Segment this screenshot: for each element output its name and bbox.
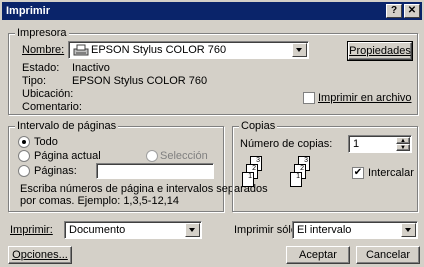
type-value: EPSON Stylus COLOR 760 [72, 75, 208, 87]
spinner-down-icon[interactable]: ▼ [396, 144, 410, 151]
chevron-down-icon[interactable] [185, 223, 200, 237]
print-what-value: Documento [69, 224, 126, 236]
print-to-file-text: Imprimir en archivo [318, 92, 412, 104]
copies-count-spinner[interactable]: 1 ▲ ▼ [348, 135, 412, 153]
collate-label[interactable]: Intercalar [368, 167, 414, 180]
comment-label: Comentario: [22, 101, 82, 113]
title-bar: Imprimir ? ✕ [2, 2, 422, 20]
print-only-label: Imprimir sólo: [234, 224, 301, 236]
print-dialog: Imprimir ? ✕ Impresora Nombre: EPSON Sty… [0, 0, 424, 267]
cancel-button[interactable]: Cancelar [356, 246, 420, 264]
range-selection-radio [146, 150, 158, 162]
range-all-radio[interactable] [18, 136, 30, 148]
range-pages-radio[interactable] [18, 165, 30, 177]
page-range-legend: Intervalo de páginas [15, 120, 119, 132]
print-to-file-label[interactable]: Imprimir en archivo [318, 92, 412, 105]
printer-name-label: Nombre: [22, 44, 65, 56]
accept-button[interactable]: Aceptar [286, 246, 350, 264]
chevron-down-icon[interactable] [292, 43, 307, 57]
properties-button[interactable]: Propiedades [347, 41, 413, 61]
printer-name-value: EPSON Stylus COLOR 760 [91, 44, 227, 56]
window-title: Imprimir [6, 5, 51, 17]
range-selection-label: Selección [160, 150, 208, 162]
close-button[interactable]: ✕ [404, 4, 420, 18]
print-to-file-checkbox[interactable] [303, 92, 315, 104]
location-label: Ubicación: [22, 88, 74, 100]
chevron-down-icon[interactable] [401, 223, 416, 237]
status-value: Inactivo [72, 62, 110, 74]
pages-input[interactable] [96, 163, 214, 179]
copies-legend: Copias [239, 120, 278, 132]
collate-page-3: 1 [242, 172, 254, 187]
help-button[interactable]: ? [386, 4, 402, 18]
properties-button-label: Propiedades [349, 45, 411, 57]
printer-icon [73, 43, 89, 60]
options-button-label: Opciones... [12, 249, 68, 261]
collate-page-6: 1 [290, 172, 302, 187]
range-current-radio[interactable] [18, 150, 30, 162]
copies-count-label: Número de copias: [240, 138, 333, 150]
spinner-up-icon[interactable]: ▲ [396, 137, 410, 144]
range-pages-label[interactable]: Páginas: [34, 165, 77, 178]
print-what-label: Imprimir: [10, 224, 53, 236]
print-only-value: El intervalo [297, 224, 352, 236]
printer-name-select[interactable]: EPSON Stylus COLOR 760 [68, 41, 309, 59]
status-label: Estado: [22, 62, 60, 74]
copies-count-value: 1 [353, 138, 360, 150]
collate-checkbox[interactable]: ✔ [352, 167, 364, 179]
print-what-select[interactable]: Documento [64, 221, 202, 239]
type-label: Tipo: [22, 75, 47, 87]
range-all-label[interactable]: Todo [34, 136, 58, 149]
print-only-select[interactable]: El intervalo [292, 221, 418, 239]
range-hint-line2: por comas. Ejemplo: 1,3,5-12,14 [20, 195, 179, 207]
options-button[interactable]: Opciones... [8, 246, 72, 264]
printer-group-legend: Impresora [15, 27, 69, 39]
range-current-label[interactable]: Página actual [34, 150, 101, 163]
